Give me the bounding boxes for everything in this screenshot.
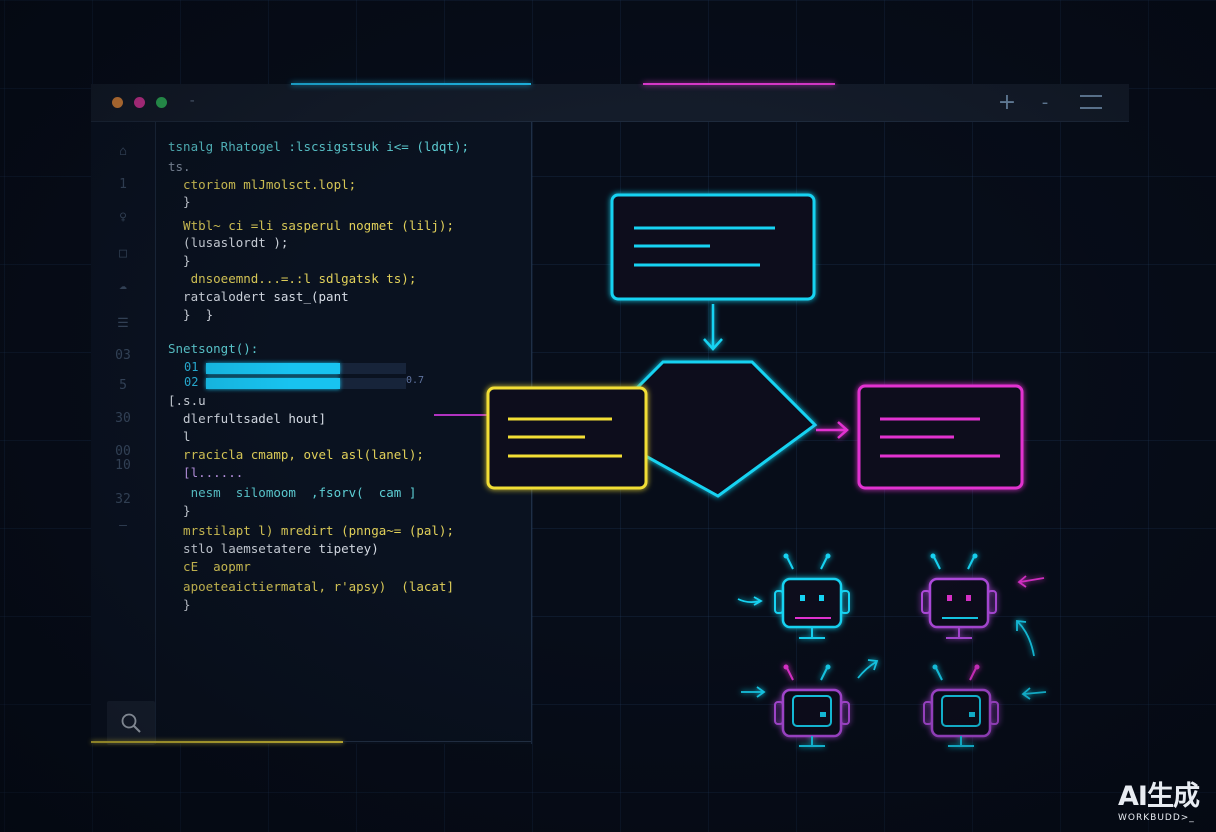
pink-process-box[interactable] (857, 384, 1024, 490)
code-line: [l...... (168, 465, 244, 480)
code-line: Snetsongt(): (168, 341, 259, 356)
gutter-item: – (119, 518, 127, 533)
code-line: apoeteaictiermatal, r'apsy) (lacat] (168, 579, 454, 594)
menu-button[interactable] (1077, 88, 1105, 116)
gutter-list-icon[interactable]: ☰ (91, 316, 155, 331)
gutter-user-icon[interactable]: ♀ (91, 210, 155, 225)
yellow-process-box[interactable] (486, 386, 648, 490)
gutter-cloud-icon[interactable]: ☁ (91, 278, 155, 293)
progress-label: 02 (184, 375, 199, 389)
minimize-dot[interactable] (134, 97, 145, 108)
code-line: dnsoeemnd...=.:l sdlgatsk ts); (168, 271, 417, 286)
code-line: mrstilapt l) mredirt (pnnga~= (pal); (168, 523, 454, 538)
gutter-item: 00 (115, 444, 131, 459)
progress-fill (206, 363, 340, 374)
gutter-item: 30 (115, 411, 131, 426)
progress-fill (206, 378, 340, 389)
bottom-accent-yellow (91, 741, 343, 743)
progress-side-text: 0.7 (406, 375, 425, 386)
gutter-file-icon[interactable]: □ (91, 246, 155, 261)
title-text: - (188, 93, 197, 109)
progress-bar-2 (206, 378, 406, 389)
code-line: tsnalg Rhatogel :lscsigstsuk i<= (ldqt); (168, 139, 470, 154)
hamburger-icon (1080, 95, 1102, 109)
cyan-process-box[interactable] (610, 193, 816, 301)
title-accent-cyan (291, 83, 531, 85)
progress-label: 01 (184, 360, 199, 374)
gutter-home-icon[interactable]: ⌂ (91, 144, 155, 159)
collapse-button[interactable]: - (1031, 88, 1059, 116)
search-button[interactable] (107, 701, 155, 745)
code-line: cE aopmr (168, 559, 251, 574)
gutter-item: 5 (119, 378, 127, 393)
code-line: dlerfultsadel hout] (168, 411, 327, 426)
code-line: stlo laemsetatere tipetey) (168, 541, 379, 556)
maximize-dot[interactable] (156, 97, 167, 108)
close-dot[interactable] (112, 97, 123, 108)
ai-generated-watermark: AI生成 WORKBUDD>_ (1118, 782, 1212, 824)
title-bar: - + - (91, 83, 1129, 122)
gutter-item: 03 (115, 348, 131, 363)
watermark-sub: WORKBUDD>_ (1118, 813, 1195, 823)
code-line: nesm silomoom ,fsorv( cam ] (168, 485, 417, 500)
gutter-item: 32 (115, 492, 131, 507)
add-button[interactable]: + (993, 88, 1021, 116)
code-line: (lusaslordt ); (168, 235, 289, 250)
code-line: } (168, 597, 191, 612)
code-line: [.s.u (168, 393, 206, 408)
line-gutter: ⌂ 1 ♀ □ ☁ ☰ 03 5 30 00 10 32 – (91, 122, 156, 745)
code-line: rracicla cmamp, ovel asl(lanel); (168, 447, 424, 462)
code-line: } (168, 503, 191, 518)
title-accent-pink (643, 83, 835, 85)
code-line: ts. (168, 159, 191, 174)
gutter-item: 1 (119, 177, 127, 192)
code-line: } (168, 194, 191, 209)
code-line: Wtbl~ ci =li sasperul nogmet (lilj); (168, 218, 454, 233)
code-editor[interactable]: tsnalg Rhatogel :lscsigstsuk i<= (ldqt);… (156, 122, 534, 744)
code-line: } } (168, 307, 214, 322)
code-line: ratcalodert sast_(pant (168, 289, 349, 304)
progress-bar-1 (206, 363, 406, 374)
bottom-border (343, 741, 531, 742)
watermark-main: AI生成 (1118, 781, 1200, 812)
search-icon (121, 713, 141, 733)
code-line: } (168, 253, 191, 268)
code-line: ctoriom mlJmolsct.lopl; (168, 177, 357, 192)
code-line: l (168, 429, 191, 444)
gutter-item: 10 (115, 458, 131, 473)
